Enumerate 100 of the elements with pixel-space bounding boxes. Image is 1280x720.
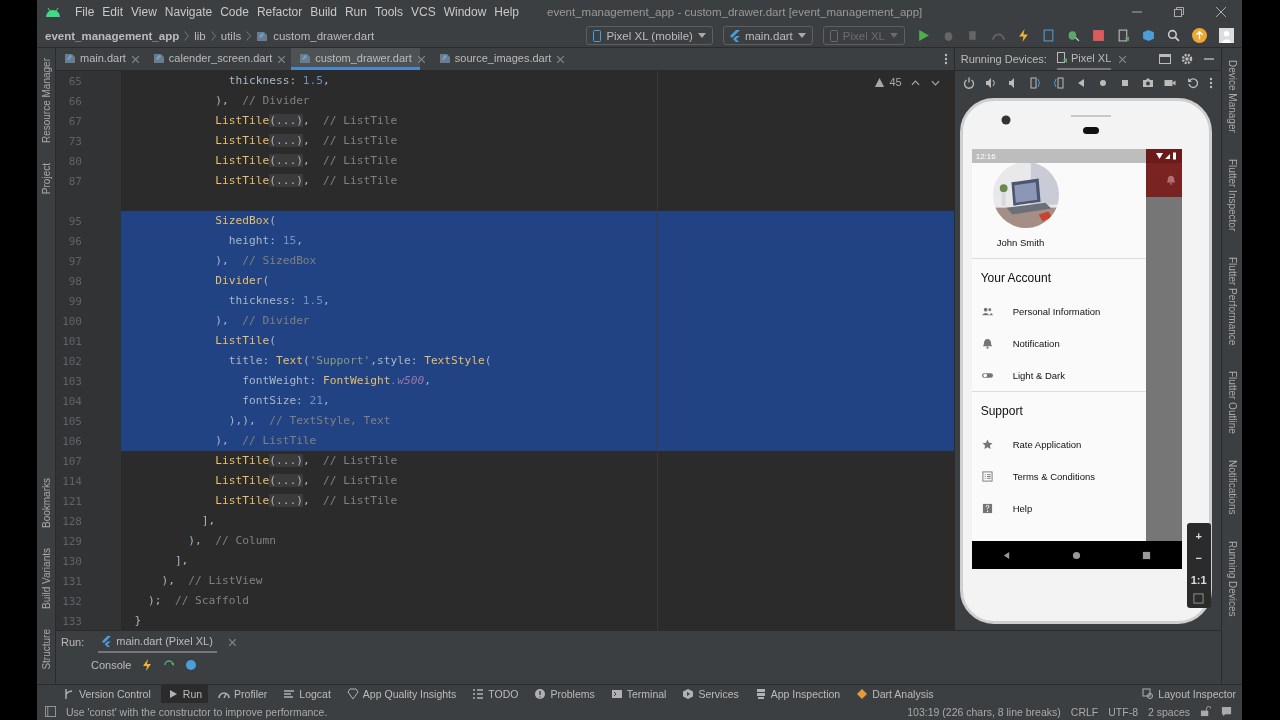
tool-window-button[interactable]: TODO [466, 685, 525, 703]
editor-tab[interactable]: main.dart [56, 48, 134, 70]
close-icon[interactable] [1216, 7, 1226, 17]
close-icon[interactable] [1119, 55, 1127, 63]
zoom-button[interactable]: − [1195, 549, 1202, 567]
tool-window-tab[interactable]: Running Devices [1226, 540, 1238, 617]
zoom-button[interactable]: + [1195, 527, 1202, 545]
indent-setting[interactable]: 2 spaces [1147, 705, 1190, 718]
tool-window-button[interactable]: Version Control [57, 685, 157, 703]
run-icon[interactable] [917, 29, 930, 42]
drawer-item[interactable]: Light & Dark [971, 359, 1146, 391]
chat-icon[interactable] [1221, 706, 1232, 717]
drawer-item[interactable]: Terms & Conditions [971, 460, 1146, 492]
settings-icon[interactable] [1181, 53, 1193, 65]
camera-icon[interactable] [1141, 76, 1154, 89]
device-dropdown[interactable]: Pixel XL (mobile) [586, 26, 713, 45]
power-icon[interactable] [962, 76, 975, 89]
menu-item[interactable]: View [127, 5, 161, 19]
file-edit-icon[interactable] [1042, 29, 1055, 42]
tool-window-button[interactable]: Dart Analysis [850, 685, 940, 703]
caret-position[interactable]: 103:19 (226 chars, 8 line breaks) [907, 705, 1061, 718]
reset-icon[interactable] [1186, 76, 1199, 89]
file-encoding[interactable]: UTF-8 [1108, 705, 1138, 718]
tool-window-button[interactable]: Run [160, 685, 209, 703]
tool-window-button[interactable]: App Quality Insights [340, 685, 463, 703]
devtools-icon[interactable] [185, 659, 198, 671]
device-manager-icon[interactable] [1117, 29, 1130, 42]
close-icon[interactable] [131, 55, 139, 63]
tool-window-tab[interactable]: Device Manager [1226, 60, 1238, 133]
menu-item[interactable]: Navigate [160, 5, 217, 19]
device-tab[interactable]: Pixel XL [1056, 48, 1112, 70]
back-icon[interactable] [1002, 550, 1012, 560]
home-icon[interactable] [1072, 550, 1082, 560]
menu-item[interactable]: Refactor [252, 5, 307, 19]
breadcrumb-item[interactable]: custom_drawer.dart [273, 29, 375, 42]
tool-window-tab[interactable]: Notifications [1226, 460, 1238, 515]
search-icon[interactable] [1167, 29, 1180, 42]
window-icon[interactable] [1159, 53, 1171, 65]
run-config-dropdown[interactable]: main.dart [722, 26, 813, 45]
run-tab[interactable]: main.dart (Pixel XL) [98, 631, 217, 653]
inspection-widget[interactable]: 45 [874, 76, 902, 88]
tool-window-button[interactable]: Services [676, 685, 745, 703]
lightning-icon[interactable] [1017, 29, 1030, 42]
breadcrumb-item[interactable]: lib [194, 29, 206, 42]
drawer-item[interactable]: Notification [971, 327, 1146, 359]
more-icon[interactable] [943, 53, 948, 65]
tool-window-button[interactable]: Layout Inspector [1136, 685, 1242, 703]
menu-item[interactable]: Build [306, 5, 341, 19]
overview-icon[interactable] [1142, 550, 1152, 560]
more-icon[interactable] [1209, 76, 1213, 89]
close-icon[interactable] [228, 638, 236, 646]
tool-window-tab[interactable]: Build Variants [40, 548, 52, 610]
volume-up-icon[interactable] [985, 76, 998, 89]
rotate-left-icon[interactable] [1029, 76, 1042, 89]
editor-tab[interactable]: source_images.dart [430, 48, 560, 70]
breadcrumb-item[interactable]: event_management_app [45, 29, 180, 42]
breadcrumb-item[interactable]: utils [220, 29, 242, 42]
menu-item[interactable]: Edit [98, 5, 128, 19]
tool-window-button[interactable]: App Inspection [748, 685, 847, 703]
menu-item[interactable]: Window [439, 5, 491, 19]
panel-toggle-icon[interactable] [45, 706, 56, 717]
menu-item[interactable]: Tools [370, 5, 407, 19]
tool-window-tab[interactable]: Flutter Outline [1226, 371, 1238, 435]
drawer-item[interactable]: Rate Application [971, 428, 1146, 460]
menu-item[interactable]: Code [216, 5, 253, 19]
tool-window-tab[interactable]: Bookmarks [40, 478, 52, 529]
close-icon[interactable] [278, 55, 286, 63]
chevron-up-icon[interactable] [910, 80, 920, 86]
console-tab[interactable]: Console [91, 659, 132, 671]
stop-icon[interactable] [1092, 29, 1105, 42]
zoom-button[interactable]: 1:1 [1190, 571, 1207, 589]
tool-window-button[interactable]: Problems [528, 685, 601, 703]
drawer-item[interactable]: Personal Information [971, 295, 1146, 327]
menu-item[interactable]: VCS [406, 5, 440, 19]
lock-icon[interactable] [1200, 706, 1211, 717]
close-icon[interactable] [557, 55, 565, 63]
editor-tab[interactable]: custom_drawer.dart [291, 48, 420, 70]
tool-window-tab[interactable]: Structure [40, 629, 52, 670]
tool-window-tab[interactable]: Flutter Inspector [1226, 158, 1238, 232]
chevron-down-icon[interactable] [930, 80, 940, 86]
restore-icon[interactable] [1174, 7, 1184, 17]
editor-tab[interactable]: calender_screen.dart [144, 48, 281, 70]
bell-icon[interactable] [1165, 175, 1176, 185]
tool-window-button[interactable]: Profiler [212, 685, 274, 703]
close-icon[interactable] [417, 55, 425, 63]
update-icon[interactable] [1192, 28, 1207, 43]
line-separator[interactable]: CRLF [1070, 705, 1099, 718]
tool-window-button[interactable]: Terminal [604, 685, 673, 703]
fit-screen-icon[interactable] [1193, 593, 1205, 604]
tool-window-tab[interactable]: Resource Manager [40, 58, 52, 144]
tool-window-button[interactable]: Logcat [277, 685, 337, 703]
drawer-item[interactable]: Help [971, 492, 1146, 524]
menu-item[interactable]: Run [340, 5, 371, 19]
menu-item[interactable]: Help [490, 5, 524, 19]
menu-item[interactable]: File [71, 5, 99, 19]
lightning-icon[interactable] [141, 659, 154, 671]
rotate-right-icon[interactable] [1052, 76, 1065, 89]
tool-window-tab[interactable]: Flutter Performance [1226, 257, 1238, 346]
package-icon[interactable] [1142, 29, 1155, 42]
tool-window-tab[interactable]: Project [40, 163, 52, 195]
